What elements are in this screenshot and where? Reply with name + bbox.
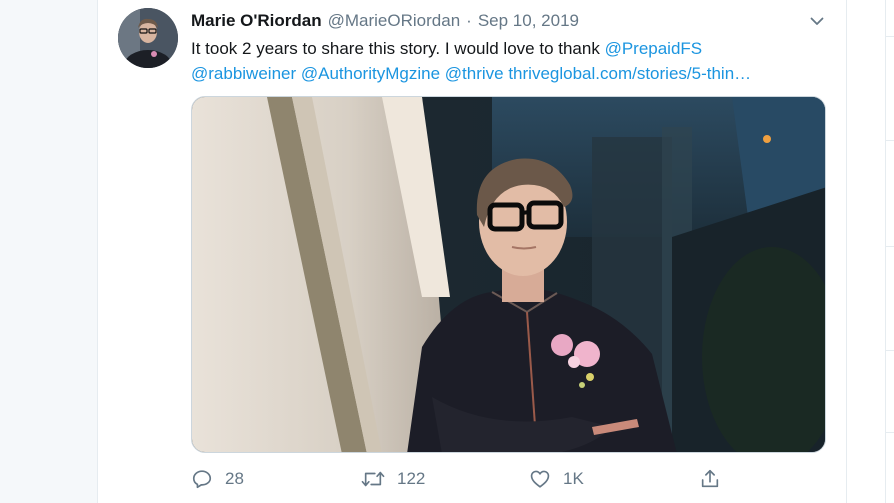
author-display-name[interactable]: Marie O'Riordan xyxy=(191,11,322,31)
reply-count: 28 xyxy=(225,469,244,488)
sidebar-divider-tick xyxy=(885,140,894,141)
tweet-menu-button[interactable] xyxy=(806,10,828,32)
avatar-image xyxy=(118,8,178,68)
sidebar-divider-tick xyxy=(885,36,894,37)
sidebar-divider xyxy=(885,0,886,503)
heart-icon xyxy=(530,470,550,488)
tweet-photo[interactable] xyxy=(191,96,826,453)
mention-rabbiweiner[interactable]: @rabbiweiner xyxy=(191,64,296,83)
tweet-url-link[interactable]: thriveglobal.com/stories/5-thin… xyxy=(508,64,751,83)
tweet-date[interactable]: Sep 10, 2019 xyxy=(478,11,579,31)
share-button[interactable] xyxy=(699,463,721,495)
tweet-actions: 28 122 1K xyxy=(191,463,831,495)
header-separator: · xyxy=(466,11,472,30)
tweet-header: Marie O'Riordan @MarieORiordan · Sep 10,… xyxy=(191,9,579,33)
mention-authoritymgzine[interactable]: @AuthorityMgzine xyxy=(301,64,440,83)
sidebar-divider-tick xyxy=(885,432,894,433)
tweet-text-line-1: It took 2 years to share this story. I w… xyxy=(191,36,831,61)
tweet-text-body: It took 2 years to share this story. I w… xyxy=(191,39,605,58)
left-gutter xyxy=(0,0,97,503)
timeline-border-left xyxy=(97,0,98,503)
mention-prepaidfs[interactable]: @PrepaidFS xyxy=(605,39,703,58)
reply-icon xyxy=(192,470,212,489)
author-handle[interactable]: @MarieORiordan xyxy=(328,11,461,31)
right-gutter xyxy=(847,0,894,503)
mention-thrive[interactable]: @thrive xyxy=(445,64,504,83)
sidebar-divider-tick xyxy=(885,246,894,247)
reply-button[interactable]: 28 xyxy=(191,463,244,495)
tweet-text: It took 2 years to share this story. I w… xyxy=(191,36,831,86)
share-icon xyxy=(701,469,719,488)
retweet-button[interactable]: 122 xyxy=(361,463,425,495)
retweet-count: 122 xyxy=(397,469,426,488)
chevron-down-icon xyxy=(810,17,824,25)
sidebar-divider-tick xyxy=(885,350,894,351)
avatar[interactable] xyxy=(118,8,178,68)
photo-image xyxy=(192,97,825,452)
like-button[interactable]: 1K xyxy=(529,463,584,495)
like-count: 1K xyxy=(563,469,584,488)
retweet-icon xyxy=(361,471,385,487)
tweet-text-line-2: @rabbiweiner @AuthorityMgzine @thrive th… xyxy=(191,61,831,86)
